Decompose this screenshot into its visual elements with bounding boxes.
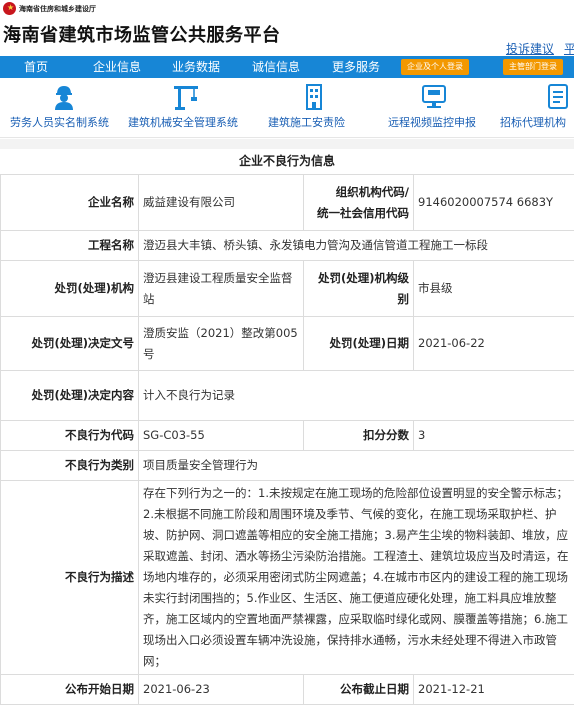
- document-icon: [548, 84, 568, 109]
- company-label: 企业名称: [0, 174, 139, 231]
- behavior-type-label: 不良行为类别: [0, 450, 139, 481]
- end-date-label: 公布截止日期: [303, 674, 414, 705]
- project-value: 澄迈县大丰镇、桥头镇、永发镇电力管沟及通信管道工程施工一标段: [138, 230, 574, 261]
- penalty-org-label: 处罚(处理)机构: [0, 260, 139, 317]
- org-code-value: 9146020007574 6683Y: [413, 174, 574, 231]
- end-date-value: 2021-12-21: [413, 674, 574, 705]
- nav-credit-info[interactable]: 诚信信息: [252, 56, 300, 78]
- nav-enterprise-info[interactable]: 企业信息: [93, 56, 141, 78]
- dept-name: 海南省住房和城乡建设厅: [19, 5, 96, 13]
- monitor-icon: [422, 85, 446, 108]
- quick-links: 劳务人员实名制系统 建筑机械安全管理系统 建筑施工安责险 远程视频监控申报 招标…: [0, 78, 574, 138]
- decision-no-value: 澄质安监（2021）整改第005号: [138, 316, 304, 371]
- nav-home[interactable]: 首页: [24, 56, 48, 78]
- quick-label: 建筑施工安责险: [268, 116, 345, 129]
- penalty-level-label: 处罚(处理)机构级别: [303, 260, 414, 317]
- quick-bid-agency[interactable]: 招标代理机构: [496, 78, 574, 138]
- info-title: 企业不良行为信息: [238, 154, 335, 168]
- penalty-level-value: 市县级: [413, 260, 574, 317]
- quick-safety-insurance[interactable]: 建筑施工安责险: [260, 78, 370, 138]
- behavior-code-value: SG-C03-55: [138, 420, 304, 451]
- quick-video-monitor[interactable]: 远程视频监控申报: [380, 78, 492, 138]
- company-value: 威益建设有限公司: [138, 174, 304, 231]
- quick-label: 建筑机械安全管理系统: [128, 116, 238, 129]
- decision-content-value: 计入不良行为记录: [138, 370, 574, 421]
- behavior-desc-label: 不良行为描述: [0, 480, 139, 675]
- penalty-org-value: 澄迈县建设工程质量安全监督站: [138, 260, 304, 317]
- nav-business-data[interactable]: 业务数据: [172, 56, 220, 78]
- crane-icon: [174, 86, 198, 110]
- org-code-label: 组织机构代码/统一社会信用代码: [303, 174, 414, 231]
- behavior-code-label: 不良行为代码: [0, 420, 139, 451]
- quick-label: 招标代理机构: [500, 116, 566, 129]
- quick-machinery-safety[interactable]: 建筑机械安全管理系统: [122, 78, 252, 138]
- enterprise-login-button[interactable]: 企业及个人登录: [401, 59, 469, 75]
- emblem-icon: ★: [3, 2, 16, 15]
- quick-labor-realname[interactable]: 劳务人员实名制系统: [0, 78, 120, 138]
- deduction-value: 3: [413, 420, 574, 451]
- decision-date-label: 处罚(处理)日期: [303, 316, 414, 371]
- start-date-value: 2021-06-23: [138, 674, 304, 705]
- worker-icon: [55, 86, 73, 110]
- decision-content-label: 处罚(处理)决定内容: [0, 370, 139, 421]
- section-gap: [0, 139, 574, 149]
- decision-no-label: 处罚(处理)决定文号: [0, 316, 139, 371]
- site-header: ★ 海南省住房和城乡建设厅 海南省建筑市场监管公共服务平台 投诉建议平台: [0, 0, 574, 56]
- quick-label: 远程视频监控申报: [388, 116, 476, 129]
- top-links: 投诉建议平台: [496, 40, 574, 57]
- complaint-link[interactable]: 投诉建议: [506, 42, 554, 56]
- quick-label: 劳务人员实名制系统: [10, 116, 109, 129]
- site-title: 海南省建筑市场监管公共服务平台: [3, 25, 281, 46]
- nav-more-services[interactable]: 更多服务: [332, 56, 380, 78]
- violation-info-table: 企业名称 威益建设有限公司 组织机构代码/统一社会信用代码 9146020007…: [0, 174, 574, 705]
- building-icon: [306, 84, 322, 110]
- behavior-type-value: 项目质量安全管理行为: [138, 450, 574, 481]
- start-date-label: 公布开始日期: [0, 674, 139, 705]
- project-label: 工程名称: [0, 230, 139, 261]
- decision-date-value: 2021-06-22: [413, 316, 574, 371]
- main-nav: 首页 企业信息 业务数据 诚信信息 更多服务 企业及个人登录 主管部门登录: [0, 56, 574, 78]
- platform-link[interactable]: 平台: [564, 42, 574, 56]
- dept-login-button[interactable]: 主管部门登录: [503, 59, 563, 75]
- deduction-label: 扣分分数: [303, 420, 414, 451]
- behavior-desc-value: 存在下列行为之一的：1.未按规定在施工现场的危险部位设置明显的安全警示标志；2.…: [138, 480, 574, 675]
